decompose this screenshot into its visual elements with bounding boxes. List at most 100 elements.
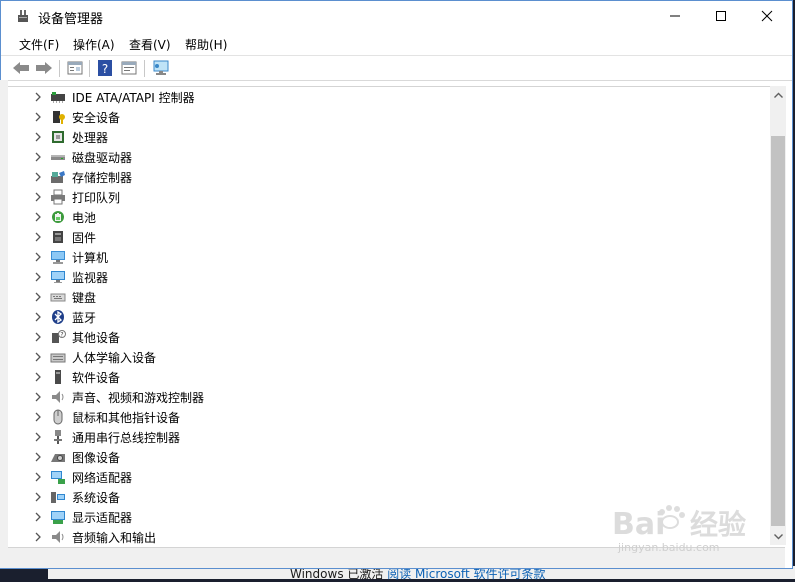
chevron-right-icon[interactable] xyxy=(33,271,43,283)
forward-button[interactable] xyxy=(34,59,54,77)
system-device-icon xyxy=(51,492,65,503)
other-devices-icon: ? xyxy=(52,330,66,343)
watermark-brand: Bai xyxy=(612,507,665,542)
device-tree: IDE ATA/ATAPI 控制器安全设备处理器磁盘驱动器存储控制器打印队列电池… xyxy=(8,86,770,546)
device-category-label: IDE ATA/ATAPI 控制器 xyxy=(72,91,195,105)
processor-icon xyxy=(52,131,64,143)
device-category-processor[interactable]: 处理器 xyxy=(8,127,748,147)
back-button[interactable] xyxy=(11,59,31,77)
chevron-right-icon[interactable] xyxy=(33,151,43,163)
chevron-right-icon[interactable] xyxy=(33,191,43,203)
scan-hardware-icon xyxy=(153,60,169,75)
chevron-right-icon[interactable] xyxy=(33,311,43,323)
watermark-url: jingyan.baidu.com xyxy=(618,541,720,554)
device-category-computer[interactable]: 计算机 xyxy=(8,247,748,267)
device-category-label: 软件设备 xyxy=(72,371,121,385)
device-category-label: 通用串行总线控制器 xyxy=(72,431,181,445)
device-category-label: 电池 xyxy=(72,211,97,225)
chevron-right-icon[interactable] xyxy=(33,211,43,223)
device-category-ide-controller[interactable]: IDE ATA/ATAPI 控制器 xyxy=(8,87,748,107)
properties-icon xyxy=(67,61,83,75)
device-category-label: 人体学输入设备 xyxy=(72,351,157,365)
chevron-right-icon[interactable] xyxy=(33,511,43,523)
storage-controller-icon xyxy=(51,171,65,183)
menu-help[interactable]: 帮助(H) xyxy=(185,36,227,53)
monitor-icon xyxy=(51,271,65,283)
title-bar[interactable]: 设备管理器 xyxy=(1,1,792,31)
scroll-thumb[interactable] xyxy=(771,136,785,526)
chevron-right-icon[interactable] xyxy=(33,171,43,183)
device-category-label: 存储控制器 xyxy=(72,171,133,185)
device-category-label: 处理器 xyxy=(72,131,109,145)
menu-file[interactable]: 文件(F) xyxy=(19,36,59,53)
scroll-up-button[interactable] xyxy=(770,86,786,103)
window-left-edge xyxy=(0,80,8,568)
printer-icon xyxy=(51,189,65,205)
chevron-right-icon[interactable] xyxy=(33,231,43,243)
maximize-button[interactable] xyxy=(698,1,744,31)
update-driver-icon xyxy=(121,61,137,75)
device-category-keyboard[interactable]: 键盘 xyxy=(8,287,748,307)
disk-drive-icon xyxy=(51,155,65,160)
maximize-icon xyxy=(716,11,726,21)
chevron-right-icon[interactable] xyxy=(33,531,43,543)
device-category-mouse[interactable]: 鼠标和其他指针设备 xyxy=(8,407,748,427)
chevron-right-icon[interactable] xyxy=(33,111,43,123)
device-category-label: 鼠标和其他指针设备 xyxy=(72,411,181,425)
chevron-right-icon[interactable] xyxy=(33,131,43,143)
device-category-label: 打印队列 xyxy=(72,191,121,205)
help-button[interactable]: ? xyxy=(95,59,115,77)
device-category-hid[interactable]: 人体学输入设备 xyxy=(8,347,748,367)
ide-controller-icon xyxy=(51,92,65,103)
device-category-security-device[interactable]: 安全设备 xyxy=(8,107,748,127)
chevron-right-icon[interactable] xyxy=(33,411,43,423)
properties-button[interactable] xyxy=(65,59,85,77)
scan-hardware-button[interactable] xyxy=(151,59,171,77)
device-manager-app-icon xyxy=(18,10,28,22)
chevron-right-icon[interactable] xyxy=(33,331,43,343)
device-category-label: 其他设备 xyxy=(72,331,121,345)
device-category-label: 计算机 xyxy=(72,251,109,265)
chevron-right-icon[interactable] xyxy=(33,251,43,263)
device-category-printer[interactable]: 打印队列 xyxy=(8,187,748,207)
vertical-scrollbar[interactable] xyxy=(770,86,786,545)
device-category-monitor[interactable]: 监视器 xyxy=(8,267,748,287)
device-category-camera[interactable]: 图像设备 xyxy=(8,447,748,467)
toolbar-separator xyxy=(144,60,145,77)
device-category-other-devices[interactable]: ? 其他设备 xyxy=(8,327,748,347)
menu-action[interactable]: 操作(A) xyxy=(73,36,115,53)
device-category-bluetooth[interactable]: 蓝牙 xyxy=(8,307,748,327)
device-category-storage-controller[interactable]: 存储控制器 xyxy=(8,167,748,187)
device-category-disk-drive[interactable]: 磁盘驱动器 xyxy=(8,147,748,167)
minimize-icon xyxy=(670,15,680,17)
device-category-label: 监视器 xyxy=(72,271,109,285)
chevron-up-icon xyxy=(773,92,783,98)
device-category-usb[interactable]: 通用串行总线控制器 xyxy=(8,427,748,447)
menu-view[interactable]: 查看(V) xyxy=(129,36,171,53)
device-category-battery[interactable]: 电池 xyxy=(8,207,748,227)
close-button[interactable] xyxy=(744,1,790,31)
minimize-button[interactable] xyxy=(652,1,698,31)
device-category-sound[interactable]: 声音、视频和游戏控制器 xyxy=(8,387,748,407)
network-adapter-icon xyxy=(51,471,65,484)
chevron-right-icon[interactable] xyxy=(33,431,43,443)
chevron-right-icon[interactable] xyxy=(33,351,43,363)
device-category-label: 网络适配器 xyxy=(72,471,133,485)
device-category-network-adapter[interactable]: 网络适配器 xyxy=(8,467,748,487)
chevron-right-icon[interactable] xyxy=(33,91,43,103)
device-category-firmware[interactable]: 固件 xyxy=(8,227,748,247)
update-driver-button[interactable] xyxy=(119,59,139,77)
chevron-right-icon[interactable] xyxy=(33,471,43,483)
chevron-right-icon[interactable] xyxy=(33,371,43,383)
window-title: 设备管理器 xyxy=(38,12,104,27)
chevron-right-icon[interactable] xyxy=(33,491,43,503)
device-category-software-device[interactable]: 软件设备 xyxy=(8,367,748,387)
chevron-right-icon[interactable] xyxy=(33,451,43,463)
mouse-icon xyxy=(53,409,63,425)
battery-icon xyxy=(52,211,64,223)
sound-icon xyxy=(52,391,64,403)
toolbar: ? xyxy=(1,55,792,81)
device-category-label: 音频输入和输出 xyxy=(72,531,157,545)
chevron-right-icon[interactable] xyxy=(33,391,43,403)
chevron-right-icon[interactable] xyxy=(33,291,43,303)
